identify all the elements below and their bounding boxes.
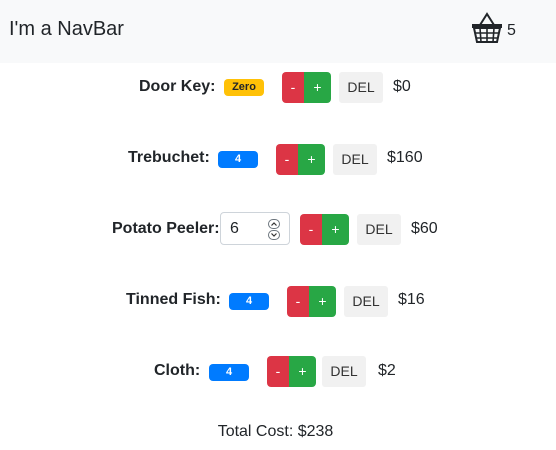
increment-button[interactable]: +	[298, 144, 325, 175]
item-price: $16	[398, 291, 425, 308]
increment-button[interactable]: +	[309, 286, 336, 317]
quantity-badge: Zero	[224, 79, 264, 96]
delete-button[interactable]: DEL	[357, 214, 401, 245]
decrement-button[interactable]: -	[282, 72, 304, 103]
chevron-up-icon[interactable]	[268, 219, 280, 229]
delete-button[interactable]: DEL	[339, 72, 383, 103]
quantity-badge: 4	[209, 364, 249, 381]
cart-item-tinned-fish: Tinned Fish: 4 - + DEL $16	[0, 283, 556, 317]
quantity-input[interactable]: 6	[220, 212, 290, 245]
decrement-button[interactable]: -	[276, 144, 298, 175]
cart-item-cloth: Cloth: 4 - + DEL $2	[0, 354, 556, 388]
item-label: Cloth:	[154, 362, 201, 379]
basket-icon[interactable]	[470, 11, 504, 45]
item-label: Tinned Fish:	[126, 291, 221, 308]
item-price: $2	[378, 362, 396, 379]
increment-button[interactable]: +	[289, 356, 316, 387]
item-price: $60	[411, 220, 438, 237]
quantity-badge: 4	[218, 151, 258, 168]
delete-button[interactable]: DEL	[333, 144, 377, 175]
item-label: Trebuchet:	[128, 149, 210, 166]
quantity-value: 6	[230, 220, 239, 237]
delete-button[interactable]: DEL	[344, 286, 388, 317]
cart-item-door-key: Door Key: Zero - + DEL $0	[0, 70, 556, 104]
item-label: Door Key:	[139, 78, 216, 95]
cart-item-trebuchet: Trebuchet: 4 - + DEL $160	[0, 141, 556, 175]
decrement-button[interactable]: -	[300, 214, 322, 245]
navbar-brand[interactable]: I'm a NavBar	[9, 17, 124, 41]
cart-count: 5	[507, 22, 516, 39]
decrement-button[interactable]: -	[287, 286, 309, 317]
item-label: Potato Peeler:	[112, 220, 220, 237]
chevron-down-icon[interactable]	[268, 230, 280, 240]
total-cost: Total Cost: $238	[217, 423, 334, 440]
item-price: $160	[387, 149, 423, 166]
item-price: $0	[393, 78, 411, 95]
increment-button[interactable]: +	[322, 214, 349, 245]
delete-button[interactable]: DEL	[322, 356, 366, 387]
increment-button[interactable]: +	[304, 72, 331, 103]
cart-item-potato-peeler: Potato Peeler: 6 - + DEL $60	[0, 212, 556, 246]
navbar: I'm a NavBar 5	[0, 0, 556, 63]
quantity-badge: 4	[229, 293, 269, 310]
decrement-button[interactable]: -	[267, 356, 289, 387]
